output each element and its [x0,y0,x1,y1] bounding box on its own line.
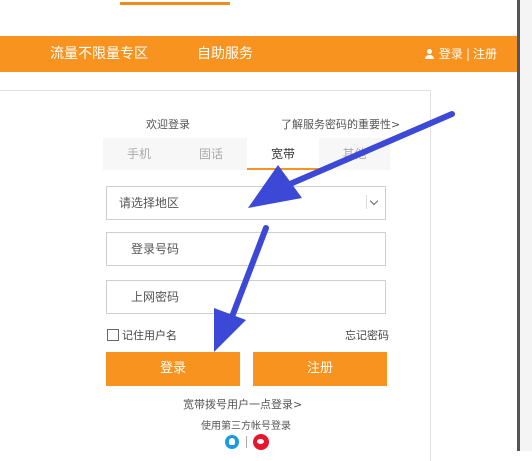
top-navbar: 流量不限量专区 自助服务 登录 | 注册 [0,36,517,72]
nav-separator: | [465,47,470,61]
remember-label: 记住用户名 [122,329,177,342]
register-button[interactable]: 注册 [253,352,387,386]
page-right-gutter [520,0,532,451]
broadband-quick-login-link[interactable]: 宽带拨号用户一点登录> [183,396,302,412]
forgot-password-link[interactable]: 忘记密码 [345,327,389,343]
nav-auth-links: 登录 | 注册 [424,36,497,72]
tab-landline[interactable]: 固话 [175,138,247,170]
tab-mobile[interactable]: 手机 [103,138,175,170]
login-type-tabs: 手机 固话 宽带 其他 [103,138,390,170]
tab-broadband[interactable]: 宽带 [247,138,319,170]
top-accent [120,2,230,5]
weibo-icon[interactable] [253,434,269,450]
nav-unlimited-data-zone[interactable]: 流量不限量专区 [50,36,148,72]
service-password-info-link[interactable]: 了解服务密码的重要性> [281,116,400,132]
tab-other[interactable]: 其他 [319,138,390,170]
third-party-login-label: 使用第三方帐号登录 [201,421,291,432]
page-right-border [517,0,520,451]
nav-register-link[interactable]: 注册 [473,47,497,61]
top-strip [0,0,532,8]
user-icon [424,49,435,59]
login-button[interactable]: 登录 [106,352,240,386]
region-select[interactable]: 请选择地区 [106,186,386,220]
nav-login-link[interactable]: 登录 [439,47,463,61]
region-select-value: 请选择地区 [119,196,180,210]
remember-checkbox[interactable] [107,329,119,341]
chevron-down-icon[interactable] [366,195,381,209]
password-input[interactable]: 上网密码 [106,280,386,314]
account-number-input[interactable]: 登录号码 [106,232,386,266]
qq-icon[interactable] [225,435,239,449]
nav-self-service[interactable]: 自助服务 [197,36,253,72]
password-placeholder: 上网密码 [131,290,180,304]
welcome-title: 欢迎登录 [146,118,190,131]
remember-username[interactable]: 记住用户名 [107,327,177,343]
account-number-placeholder: 登录号码 [131,242,180,256]
social-separator [246,436,247,448]
